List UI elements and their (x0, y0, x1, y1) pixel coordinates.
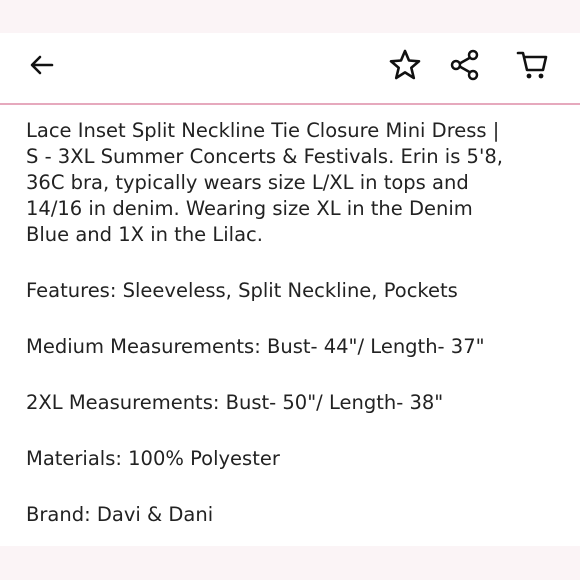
description-intro: Lace Inset Split Neckline Tie Closure Mi… (26, 119, 503, 246)
cart-icon (516, 51, 548, 79)
product-description: Lace Inset Split Neckline Tie Closure Mi… (26, 118, 566, 528)
back-button[interactable] (20, 43, 64, 87)
share-button[interactable] (443, 43, 487, 87)
product-description-screen: Lace Inset Split Neckline Tie Closure Mi… (0, 33, 580, 546)
arrow-left-icon (30, 55, 54, 75)
description-medium-measurements: Medium Measurements: Bust- 44"/ Length- … (26, 335, 485, 358)
top-app-bar (0, 33, 580, 103)
header-divider (0, 103, 580, 105)
description-materials: Materials: 100% Polyester (26, 447, 280, 470)
description-2xl-measurements: 2XL Measurements: Bust- 50"/ Length- 38" (26, 391, 444, 414)
favorite-button[interactable] (383, 43, 427, 87)
share-icon (450, 49, 479, 81)
description-brand: Brand: Davi & Dani (26, 503, 214, 526)
cart-button[interactable] (511, 43, 555, 87)
star-icon (389, 49, 421, 80)
description-features: Features: Sleeveless, Split Neckline, Po… (26, 279, 458, 302)
